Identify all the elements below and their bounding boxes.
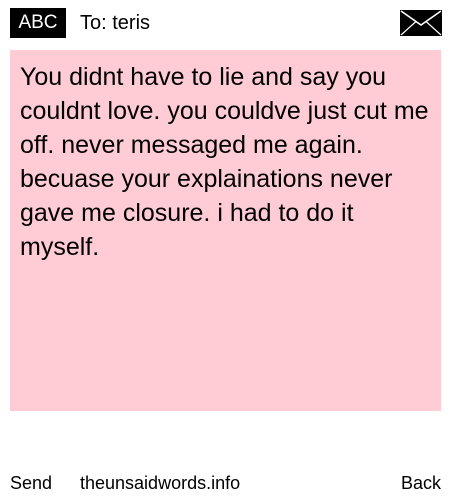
send-button[interactable]: Send bbox=[10, 468, 52, 498]
message-body-area[interactable]: You didnt have to lie and say you couldn… bbox=[10, 50, 441, 411]
message-header: ABC To: teris bbox=[0, 0, 450, 46]
footer-bar: Send theunsaidwords.info Back bbox=[0, 468, 450, 500]
envelope-icon bbox=[400, 10, 442, 36]
input-mode-badge[interactable]: ABC bbox=[10, 8, 66, 38]
site-link[interactable]: theunsaidwords.info bbox=[80, 468, 240, 498]
message-text: You didnt have to lie and say you couldn… bbox=[20, 63, 429, 261]
recipient-label: To: teris bbox=[80, 12, 151, 34]
back-button[interactable]: Back bbox=[401, 468, 441, 498]
